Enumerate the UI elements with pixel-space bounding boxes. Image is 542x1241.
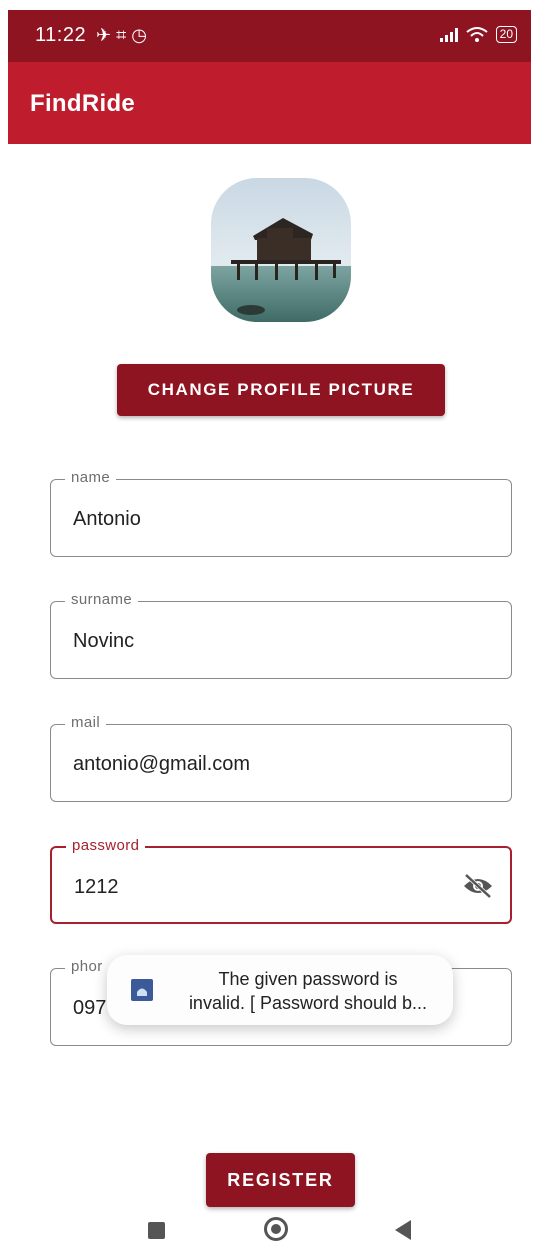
- change-profile-picture-button[interactable]: CHANGE PROFILE PICTURE: [117, 364, 445, 416]
- signal-icon: [439, 27, 458, 42]
- surname-value: Novinc: [73, 630, 135, 652]
- password-label: password: [66, 837, 146, 854]
- status-bar: 11:22 ✈ ⌗ ◷ 20: [8, 10, 531, 62]
- phone-label: phor: [65, 958, 109, 975]
- password-field[interactable]: password 1212: [50, 837, 512, 924]
- name-label: name: [65, 469, 117, 486]
- register-button[interactable]: REGISTER: [206, 1153, 355, 1207]
- mail-value: antonio@gmail.com: [73, 753, 251, 775]
- battery-icon: 20: [495, 26, 517, 43]
- toast-line-1: The given password is: [218, 969, 398, 989]
- toast-message: The given password is invalid. [ Passwor…: [107, 955, 453, 1025]
- password-value: 1212: [74, 876, 119, 898]
- nav-recents-icon[interactable]: [148, 1222, 165, 1239]
- mail-label: mail: [65, 714, 107, 731]
- nav-home-icon[interactable]: [264, 1217, 288, 1241]
- surname-label: surname: [65, 591, 139, 608]
- wifi-icon: [466, 26, 488, 42]
- eye-off-icon[interactable]: [462, 872, 494, 900]
- mail-field[interactable]: mail antonio@gmail.com: [50, 714, 512, 802]
- phone-value: 097: [73, 997, 107, 1019]
- app-title: FindRide: [30, 90, 136, 117]
- android-icon: [131, 979, 153, 1001]
- name-field[interactable]: name Antonio: [50, 469, 512, 557]
- name-value: Antonio: [73, 508, 141, 530]
- nav-back-icon[interactable]: [395, 1220, 411, 1240]
- surname-field[interactable]: surname Novinc: [50, 591, 512, 679]
- toast-line-2: invalid. [ Password should b...: [188, 993, 428, 1013]
- notification-icons: ✈ ⌗ ◷: [96, 25, 147, 45]
- system-navigation-bar: [0, 1210, 542, 1241]
- status-right-icons: 20: [439, 26, 517, 43]
- toast-text: The given password is invalid. [ Passwor…: [175, 967, 441, 1015]
- app-bar: FindRide: [8, 62, 531, 144]
- profile-picture[interactable]: [211, 178, 351, 322]
- profile-picture-image: [211, 178, 351, 322]
- status-time: 11:22: [35, 24, 87, 46]
